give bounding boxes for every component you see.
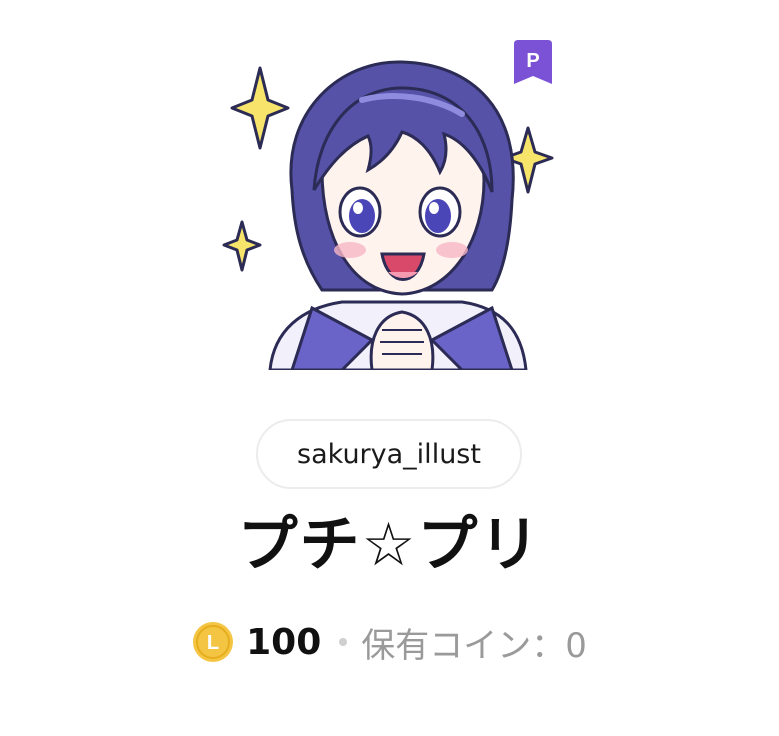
coin-icon: L [193,622,234,662]
premium-badge-icon: P [514,40,552,84]
price-row: L 100 保有コイン：0 [0,612,779,672]
owned-coins-label: 保有コイン：0 [361,625,587,666]
author-name-chip[interactable]: sakurya_illust [256,419,522,489]
sticker-image[interactable] [222,40,557,370]
svg-text:P: P [526,50,539,72]
price-amount: 100 [246,621,322,663]
anime-girl-illustration [222,60,554,370]
sticker-title: プチ☆プリ [237,510,542,580]
author-name: sakurya_illust [297,438,481,470]
separator-dot [339,638,348,646]
svg-text:L: L [207,632,219,654]
